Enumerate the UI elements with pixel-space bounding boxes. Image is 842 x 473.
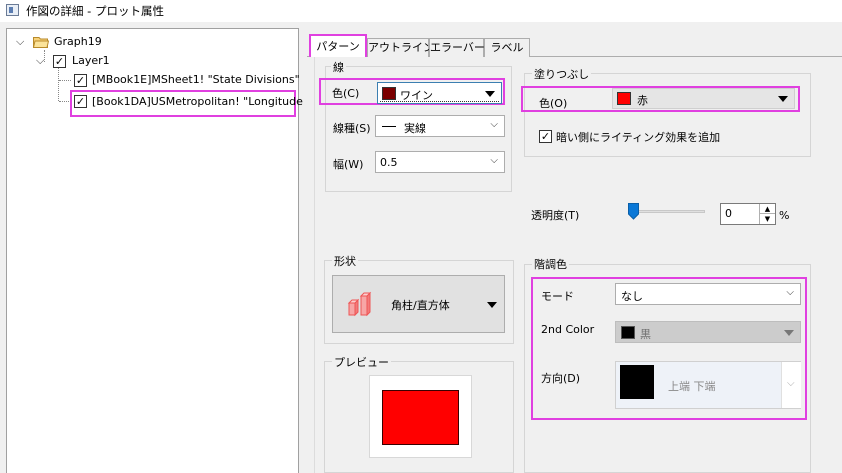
transparency-slider-track[interactable] — [633, 210, 705, 213]
shape-value: 角柱/直方体 — [391, 299, 450, 312]
fill-color-value: 赤 — [637, 94, 648, 107]
direction-value: 上端 下端 — [668, 380, 716, 393]
tab-pattern[interactable]: パターン — [309, 34, 367, 57]
line-group-title: 線 — [331, 59, 346, 75]
preview-group-title: プレビュー — [332, 354, 391, 370]
tab-label[interactable]: ラベル — [484, 38, 530, 57]
chevron-down-icon: ⌵ — [490, 155, 498, 166]
line-style-label: 線種(S) — [333, 122, 371, 135]
dropdown-arrow-icon — [784, 330, 794, 336]
tab-errorbar[interactable]: エラーバー — [429, 38, 485, 57]
spin-down-icon[interactable]: ▼ — [759, 214, 775, 224]
second-color-swatch — [621, 326, 635, 339]
line-color-label: 色(C) — [332, 87, 360, 100]
direction-dropdown[interactable]: 上端 下端 ⌵ — [615, 361, 801, 409]
second-color-label: 2nd Color — [541, 323, 595, 336]
transparency-label: 透明度(T) — [531, 209, 580, 222]
tree-connector — [59, 80, 71, 81]
second-color-value: 黒 — [640, 328, 651, 341]
direction-swatch — [620, 365, 654, 399]
transparency-unit: % — [779, 209, 790, 222]
expand-chevron-icon[interactable]: ⌵ — [36, 54, 44, 68]
tree-item-graph[interactable]: Graph19 — [54, 35, 102, 48]
tree-item-plot[interactable]: [MBook1E]MSheet1! "State Divisions" — [92, 73, 300, 86]
expand-chevron-icon[interactable]: ⌵ — [16, 35, 24, 49]
preview-fill — [382, 390, 459, 445]
line-style-value: 実線 — [404, 122, 426, 135]
lighting-checkbox[interactable]: ✓ — [539, 130, 552, 143]
folder-icon — [33, 37, 49, 48]
tab-outline[interactable]: アウトライン — [367, 38, 434, 57]
line-width-value: 0.5 — [380, 156, 398, 169]
chevron-down-icon: ⌵ — [786, 287, 794, 298]
dropdown-arrow-icon — [485, 91, 495, 97]
tree-connector — [58, 68, 59, 101]
shape-group-title: 形状 — [332, 253, 358, 269]
transparency-spinbox[interactable]: 0 ▲ ▼ — [720, 203, 776, 225]
gradient-group-title: 階調色 — [532, 256, 569, 272]
direction-label: 方向(D) — [541, 372, 581, 385]
gradient-mode-value: なし — [621, 290, 643, 303]
solid-line-icon — [382, 126, 396, 127]
second-color-dropdown[interactable]: 黒 — [615, 321, 801, 343]
fill-color-dropdown[interactable]: 赤 — [612, 88, 795, 109]
gradient-mode-label: モード — [541, 290, 574, 303]
lighting-label: 暗い側にライティング効果を追加 — [556, 131, 721, 144]
layer-checkbox[interactable]: ✓ — [53, 55, 66, 68]
window-icon — [6, 4, 19, 16]
plot-checkbox[interactable]: ✓ — [74, 74, 87, 87]
fill-color-swatch — [617, 92, 631, 105]
chevron-down-icon: ⌵ — [787, 378, 795, 389]
line-color-dropdown[interactable]: ワイン — [377, 82, 502, 104]
line-width-label: 幅(W) — [333, 158, 364, 171]
line-style-dropdown[interactable]: 実線 ⌵ — [375, 115, 505, 137]
shape-dropdown[interactable]: 角柱/直方体 — [332, 275, 505, 333]
spin-up-icon[interactable]: ▲ — [759, 204, 775, 214]
preview-box — [369, 375, 472, 458]
dropdown-arrow-icon — [778, 96, 788, 102]
direction-arrow-area: ⌵ — [781, 362, 801, 408]
transparency-slider-thumb[interactable] — [628, 203, 639, 220]
window-title: 作図の詳細 - プロット属性 — [26, 4, 164, 18]
line-width-dropdown[interactable]: 0.5 ⌵ — [375, 151, 505, 173]
dropdown-arrow-icon — [487, 302, 497, 308]
tree-item-plot-selected[interactable]: [Book1DA]USMetropolitan! "Longitude — [92, 95, 303, 108]
line-color-swatch — [382, 87, 396, 100]
focus-rect — [380, 101, 499, 102]
chevron-down-icon: ⌵ — [490, 119, 498, 130]
fill-color-label: 色(O) — [539, 97, 568, 110]
transparency-value: 0 — [725, 207, 732, 220]
fill-group-title: 塗りつぶし — [532, 66, 592, 82]
gradient-mode-dropdown[interactable]: なし ⌵ — [615, 283, 801, 305]
bar-shape-icon — [347, 291, 372, 317]
tree-item-layer[interactable]: Layer1 — [72, 54, 110, 67]
